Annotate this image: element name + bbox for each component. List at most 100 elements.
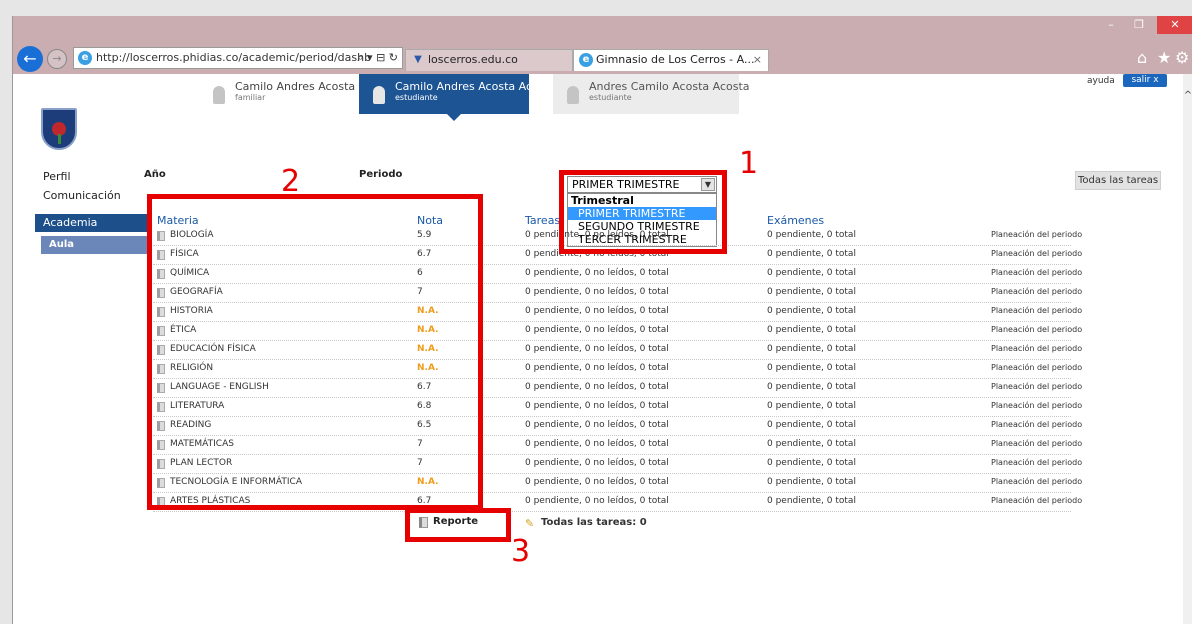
- period-planning-link[interactable]: Planeación del periodo: [991, 382, 1082, 391]
- settings-gear-icon[interactable]: ⚙: [1175, 48, 1189, 67]
- avatar: [373, 86, 385, 104]
- close-window-button[interactable]: ✕: [1157, 16, 1192, 34]
- tasks-summary[interactable]: 0 pendiente, 0 no leídos, 0 total: [525, 496, 669, 506]
- highlight-box-period-dropdown: [559, 170, 727, 254]
- tasks-summary[interactable]: 0 pendiente, 0 no leídos, 0 total: [525, 306, 669, 316]
- ie-logo-icon: e: [78, 51, 92, 65]
- address-tools[interactable]: ⌕ ▾ ⊟ ↻: [357, 48, 398, 68]
- forward-button[interactable]: →: [47, 49, 67, 69]
- column-header-exams: Exámenes: [767, 214, 825, 227]
- forward-arrow-icon: →: [52, 52, 62, 65]
- back-arrow-icon: ←: [23, 49, 37, 68]
- exams-summary[interactable]: 0 pendiente, 0 total: [767, 363, 856, 373]
- help-link[interactable]: ayuda: [1087, 76, 1115, 86]
- tasks-summary[interactable]: 0 pendiente, 0 no leídos, 0 total: [525, 382, 669, 392]
- period-planning-link[interactable]: Planeación del periodo: [991, 439, 1082, 448]
- all-tasks-button[interactable]: Todas las tareas: [1075, 171, 1161, 190]
- annotation-number-1: 1: [739, 146, 759, 181]
- tasks-summary[interactable]: 0 pendiente, 0 no leídos, 0 total: [525, 344, 669, 354]
- school-logo[interactable]: [41, 108, 77, 150]
- browser-window: – ❐ ✕ ← → e http://loscerros.phidias.co/…: [12, 16, 1192, 624]
- exams-summary[interactable]: 0 pendiente, 0 total: [767, 420, 856, 430]
- vertical-scrollbar[interactable]: ^: [1183, 74, 1192, 624]
- period-planning-link[interactable]: Planeación del periodo: [991, 363, 1082, 372]
- period-planning-link[interactable]: Planeación del periodo: [991, 401, 1082, 410]
- period-planning-link[interactable]: Planeación del periodo: [991, 325, 1082, 334]
- exams-summary[interactable]: 0 pendiente, 0 total: [767, 230, 856, 240]
- tab-close-icon[interactable]: ×: [753, 50, 762, 70]
- exams-summary[interactable]: 0 pendiente, 0 total: [767, 496, 856, 506]
- tasks-summary[interactable]: 0 pendiente, 0 no leídos, 0 total: [525, 477, 669, 487]
- browser-chrome: – ❐ ✕ ← → e http://loscerros.phidias.co/…: [13, 16, 1192, 74]
- user-tab-student[interactable]: Andres Camilo Acosta Acosta estudiante: [553, 74, 750, 114]
- column-header-tasks: Tareas: [525, 214, 561, 227]
- user-role: familiar: [235, 93, 266, 102]
- user-tab-familiar[interactable]: Camilo Andres Acosta familiar: [199, 74, 356, 114]
- annotation-number-3: 3: [511, 534, 531, 569]
- tasks-summary[interactable]: 0 pendiente, 0 no leídos, 0 total: [525, 401, 669, 411]
- page-content: Camilo Andres Acosta familiar Camilo And…: [13, 74, 1183, 624]
- exams-summary[interactable]: 0 pendiente, 0 total: [767, 287, 856, 297]
- address-url: http://loscerros.phidias.co/academic/per…: [96, 51, 372, 64]
- period-planning-link[interactable]: Planeación del periodo: [991, 268, 1082, 277]
- avatar: [567, 86, 579, 104]
- favorites-star-icon[interactable]: ★: [1157, 48, 1171, 67]
- active-tab-pointer: [447, 114, 461, 121]
- minimize-button[interactable]: –: [1097, 16, 1125, 34]
- exams-summary[interactable]: 0 pendiente, 0 total: [767, 401, 856, 411]
- period-planning-link[interactable]: Planeación del periodo: [991, 306, 1082, 315]
- sidebar-item-communication[interactable]: Comunicación: [35, 187, 149, 205]
- period-planning-link[interactable]: Planeación del periodo: [991, 287, 1082, 296]
- exams-summary[interactable]: 0 pendiente, 0 total: [767, 477, 856, 487]
- user-name: Camilo Andres Acosta Acosta: [395, 80, 556, 93]
- browser-tab-gimnasio[interactable]: e Gimnasio de Los Cerros - A... ×: [573, 49, 769, 71]
- exams-summary[interactable]: 0 pendiente, 0 total: [767, 458, 856, 468]
- browser-tab-loscerros[interactable]: ▼ loscerros.edu.co: [405, 49, 573, 71]
- tasks-summary[interactable]: 0 pendiente, 0 no leídos, 0 total: [525, 287, 669, 297]
- sidebar-item-academia[interactable]: Academia: [35, 214, 149, 232]
- period-label: Periodo: [359, 169, 403, 180]
- tasks-summary[interactable]: 0 pendiente, 0 no leídos, 0 total: [525, 268, 669, 278]
- home-icon[interactable]: ⌂: [1137, 48, 1147, 67]
- all-tasks-count-text: Todas las tareas: 0: [541, 517, 647, 528]
- highlight-box-report: [405, 508, 511, 542]
- exams-summary[interactable]: 0 pendiente, 0 total: [767, 344, 856, 354]
- avatar: [213, 86, 225, 104]
- user-tab-student-active[interactable]: Camilo Andres Acosta Acosta estudiante: [359, 74, 556, 114]
- period-planning-link[interactable]: Planeación del periodo: [991, 230, 1082, 239]
- back-button[interactable]: ←: [17, 46, 43, 72]
- period-planning-link[interactable]: Planeación del periodo: [991, 458, 1082, 467]
- period-planning-link[interactable]: Planeación del periodo: [991, 344, 1082, 353]
- exams-summary[interactable]: 0 pendiente, 0 total: [767, 306, 856, 316]
- site-favicon: ▼: [414, 54, 422, 65]
- tasks-summary[interactable]: 0 pendiente, 0 no leídos, 0 total: [525, 325, 669, 335]
- sidebar-item-profile[interactable]: Perfil: [35, 168, 149, 186]
- maximize-button[interactable]: ❐: [1125, 16, 1153, 34]
- period-planning-link[interactable]: Planeación del periodo: [991, 420, 1082, 429]
- year-label: Año: [144, 169, 166, 180]
- tasks-summary[interactable]: 0 pendiente, 0 no leídos, 0 total: [525, 363, 669, 373]
- exams-summary[interactable]: 0 pendiente, 0 total: [767, 382, 856, 392]
- all-tasks-count: ✎ Todas las tareas: 0: [525, 517, 647, 530]
- annotation-number-2: 2: [281, 164, 301, 199]
- period-planning-link[interactable]: Planeación del periodo: [991, 249, 1082, 258]
- logout-button[interactable]: salir x: [1123, 74, 1167, 87]
- address-bar[interactable]: e http://loscerros.phidias.co/academic/p…: [73, 47, 403, 69]
- period-planning-link[interactable]: Planeación del periodo: [991, 496, 1082, 505]
- scroll-up-icon[interactable]: ^: [1183, 90, 1192, 101]
- user-role: estudiante: [395, 93, 438, 102]
- tasks-summary[interactable]: 0 pendiente, 0 no leídos, 0 total: [525, 458, 669, 468]
- period-planning-link[interactable]: Planeación del periodo: [991, 477, 1082, 486]
- exams-summary[interactable]: 0 pendiente, 0 total: [767, 268, 856, 278]
- pencil-icon: ✎: [525, 517, 535, 530]
- exams-summary[interactable]: 0 pendiente, 0 total: [767, 439, 856, 449]
- tab-label: loscerros.edu.co: [428, 53, 518, 66]
- tasks-summary[interactable]: 0 pendiente, 0 no leídos, 0 total: [525, 439, 669, 449]
- tasks-summary[interactable]: 0 pendiente, 0 no leídos, 0 total: [525, 420, 669, 430]
- user-role: estudiante: [589, 93, 632, 102]
- user-name: Camilo Andres Acosta: [235, 80, 356, 93]
- user-name: Andres Camilo Acosta Acosta: [589, 80, 750, 93]
- exams-summary[interactable]: 0 pendiente, 0 total: [767, 325, 856, 335]
- sidebar-item-aula[interactable]: Aula: [41, 236, 149, 254]
- exams-summary[interactable]: 0 pendiente, 0 total: [767, 249, 856, 259]
